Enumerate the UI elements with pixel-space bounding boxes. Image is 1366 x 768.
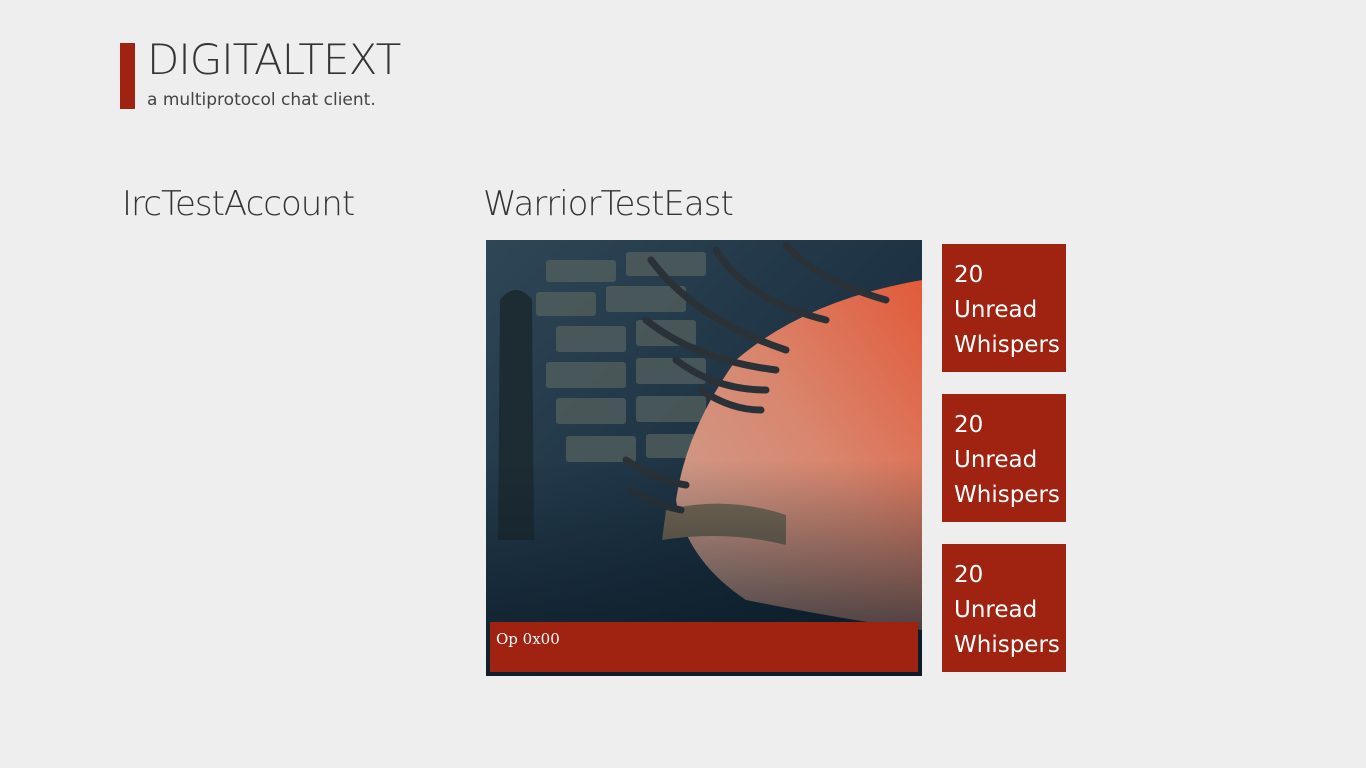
unread-label: Unread: [954, 447, 1038, 473]
tile-caption-bar: Op 0x00: [490, 622, 918, 672]
tile-caption-text: Op 0x00: [496, 630, 560, 648]
unread-count: 20: [954, 412, 984, 438]
whispers-label: Whispers: [954, 632, 1060, 658]
fantasy-warrior-artwork: [486, 240, 922, 676]
group-header-irc-test-account[interactable]: IrcTestAccount: [122, 182, 355, 226]
unread-whispers-tile[interactable]: 20 Unread Whispers: [942, 394, 1066, 522]
whispers-label: Whispers: [954, 332, 1060, 358]
app-subtitle: a multiprotocol chat client.: [147, 90, 376, 110]
group-header-warrior-test-east[interactable]: WarriorTestEast: [483, 182, 734, 226]
whispers-label: Whispers: [954, 482, 1060, 508]
title-accent-bar: [120, 43, 135, 109]
app-root: DIGITALTEXT a multiprotocol chat client.…: [0, 0, 1366, 768]
unread-label: Unread: [954, 297, 1038, 323]
channel-feature-tile[interactable]: Op 0x00: [486, 240, 922, 676]
unread-count: 20: [954, 562, 984, 588]
unread-count: 20: [954, 262, 984, 288]
app-title: DIGITALTEXT: [147, 35, 401, 84]
unread-label: Unread: [954, 597, 1038, 623]
unread-whispers-tile[interactable]: 20 Unread Whispers: [942, 244, 1066, 372]
unread-whispers-tile[interactable]: 20 Unread Whispers: [942, 544, 1066, 672]
